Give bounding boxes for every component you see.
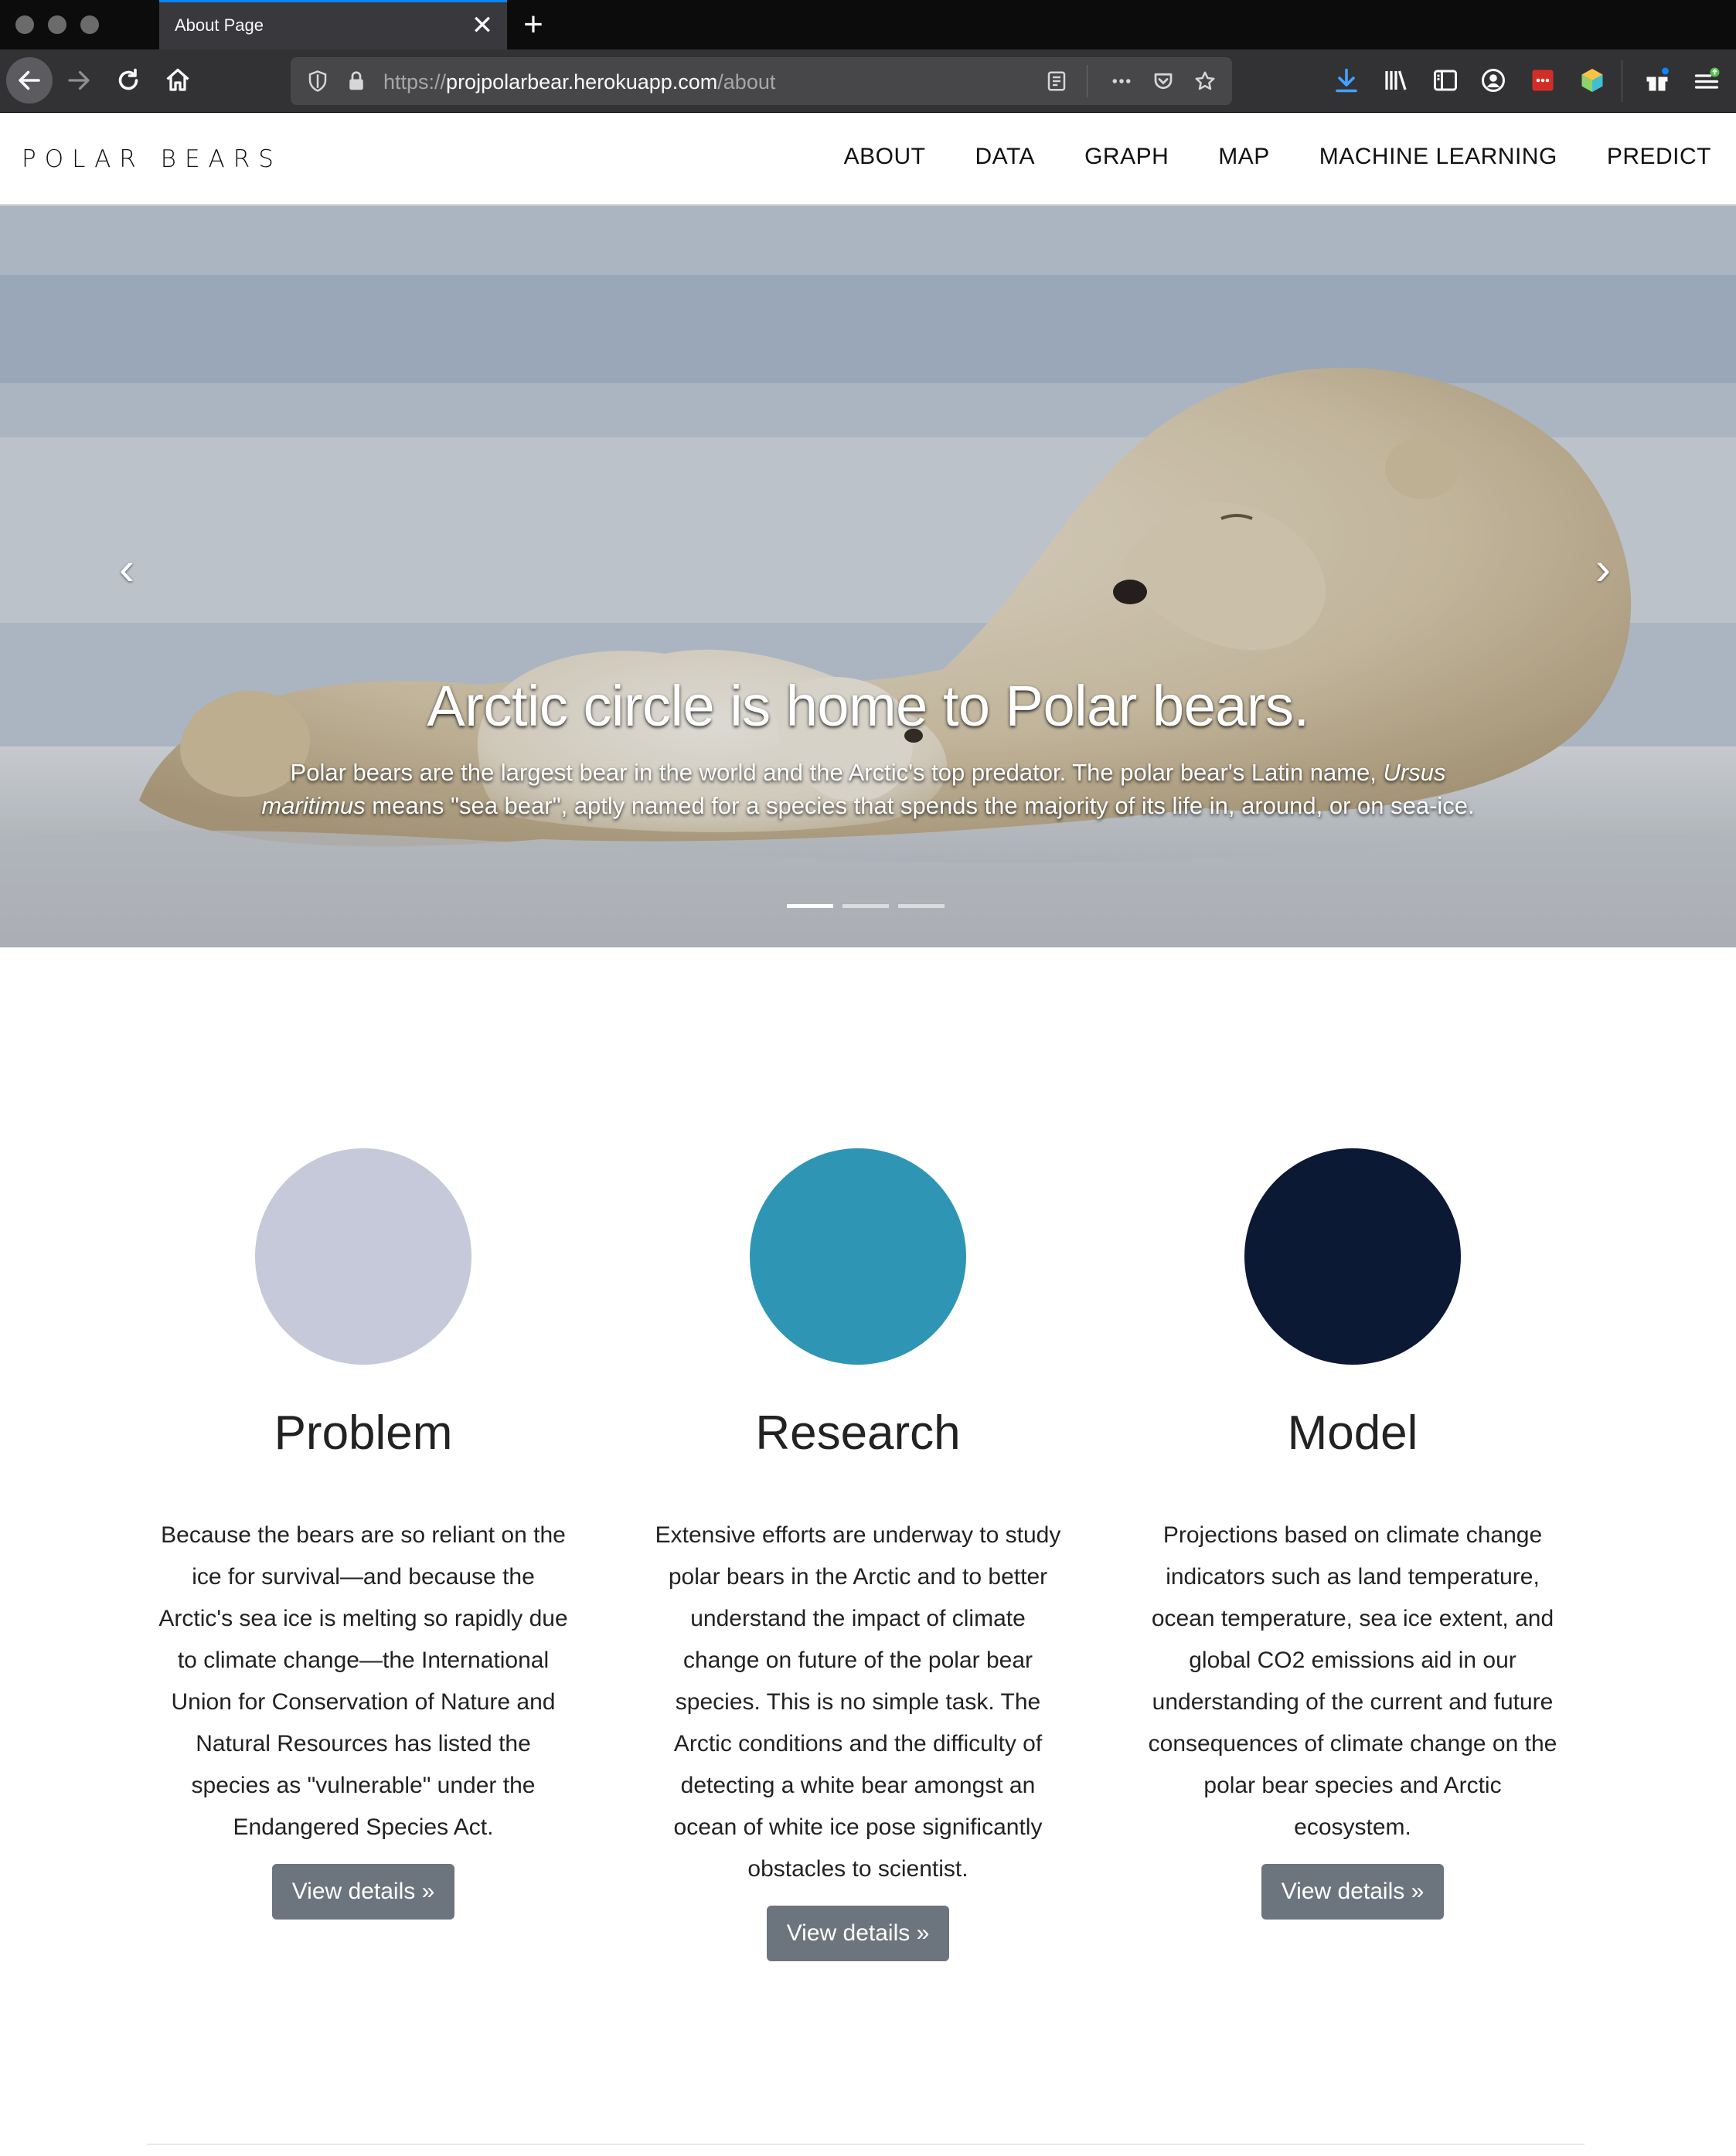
carousel-next-icon[interactable]: › [1580, 538, 1626, 600]
feature-text: Extensive efforts are underway to study … [655, 1522, 1061, 1882]
feature-text: Projections based on climate change indi… [1148, 1522, 1557, 1841]
url-path: /about [717, 70, 776, 94]
back-icon [19, 70, 40, 90]
menu-icon[interactable] [1691, 65, 1722, 96]
feature-title: Model [1287, 1406, 1418, 1460]
nav-item-about[interactable]: ABOUT [819, 144, 951, 170]
nav-item-data[interactable]: DATA [951, 144, 1060, 170]
tracking-shield-icon[interactable] [305, 68, 331, 94]
colorful-extension-icon[interactable] [1577, 65, 1608, 96]
carousel-indicator-1[interactable] [787, 904, 833, 908]
forward-icon [68, 70, 90, 90]
whats-new-gift-icon[interactable] [1642, 65, 1673, 96]
sidebar-icon[interactable] [1430, 65, 1461, 96]
carousel-indicator-3[interactable] [898, 904, 945, 908]
browser-tab-active[interactable]: About Page ✕ [159, 0, 507, 49]
download-icon[interactable] [1331, 65, 1362, 96]
page-actions-icon[interactable] [1108, 68, 1135, 94]
nav-item-machine-learning[interactable]: MACHINE LEARNING [1295, 144, 1582, 170]
carousel-indicator-2[interactable] [842, 904, 889, 908]
nav-menu: ABOUT DATA GRAPH MAP MACHINE LEARNING PR… [819, 144, 1711, 170]
feature-title: Problem [274, 1406, 453, 1460]
url-scheme: https:// [383, 70, 447, 94]
window-minimize-dot[interactable] [48, 15, 66, 34]
window-zoom-dot[interactable] [80, 15, 99, 34]
reader-view-icon[interactable] [1043, 68, 1070, 94]
view-details-button[interactable]: View details » [766, 1906, 950, 1962]
hero-caption: Arctic circle is home to Polar bears. Po… [201, 672, 1535, 822]
feature-circle [255, 1148, 471, 1365]
tab-title: About Page [175, 15, 264, 35]
reload-icon [118, 68, 138, 90]
feature-circle [1244, 1148, 1461, 1365]
nav-item-map[interactable]: MAP [1193, 144, 1295, 170]
hero-overlay [0, 206, 1736, 947]
site-navbar: POLAR BEARS ABOUT DATA GRAPH MAP MACHINE… [0, 113, 1736, 206]
site-brand[interactable]: POLAR BEARS [22, 145, 282, 173]
lock-icon[interactable] [343, 68, 369, 94]
account-icon[interactable] [1478, 65, 1509, 96]
window-close-dot[interactable] [15, 15, 34, 34]
nav-item-graph[interactable]: GRAPH [1060, 144, 1193, 170]
home-button[interactable] [155, 57, 201, 104]
hero-text-part: means "sea bear", aptly named for a spec… [365, 791, 1475, 819]
carousel-prev-icon[interactable]: ‹ [104, 538, 150, 600]
browser-toolbar: https://projpolarbear.herokuapp.com/abou… [0, 49, 1736, 113]
feature-circle [750, 1148, 966, 1365]
url-bar-divider [1087, 65, 1088, 97]
new-tab-button[interactable]: + [516, 5, 550, 45]
browser-tab-bar: About Page ✕ + [0, 0, 1736, 49]
forward-button[interactable] [56, 57, 102, 104]
carousel-indicators [787, 904, 945, 908]
hero-carousel: ‹ › Arctic circle is home to Polar bears… [0, 206, 1736, 947]
feature-problem: Problem Because the bears are so reliant… [147, 1148, 580, 1920]
url-bar[interactable]: https://projpolarbear.herokuapp.com/abou… [291, 57, 1232, 105]
url-host: projpolarbear.herokuapp.com [446, 70, 718, 94]
hero-heading: Arctic circle is home to Polar bears. [427, 674, 1309, 738]
feature-title: Research [755, 1406, 961, 1460]
view-details-button[interactable]: View details » [271, 1864, 455, 1920]
nav-item-predict[interactable]: PREDICT [1582, 144, 1711, 170]
hero-text-part: Polar bears are the largest bear in the … [290, 758, 1384, 786]
home-icon [166, 68, 189, 91]
view-details-button[interactable]: View details » [1261, 1864, 1445, 1920]
reload-button[interactable] [105, 57, 151, 104]
hero-text: Polar bears are the largest bear in the … [201, 757, 1535, 823]
back-button[interactable] [6, 57, 53, 104]
pocket-icon[interactable] [1150, 68, 1176, 94]
tab-close-icon[interactable]: ✕ [468, 10, 496, 41]
url-text[interactable]: https://projpolarbear.herokuapp.com/abou… [383, 70, 775, 94]
featurette-divider [147, 2144, 1585, 2145]
library-icon[interactable] [1380, 65, 1411, 96]
feature-research: Research Extensive efforts are underway … [642, 1148, 1074, 1962]
feature-model: Model Projections based on climate chang… [1136, 1148, 1569, 1920]
feature-text: Because the bears are so reliant on the … [158, 1522, 568, 1841]
bookmark-star-icon[interactable] [1192, 68, 1218, 94]
lastpass-icon[interactable] [1527, 65, 1558, 96]
